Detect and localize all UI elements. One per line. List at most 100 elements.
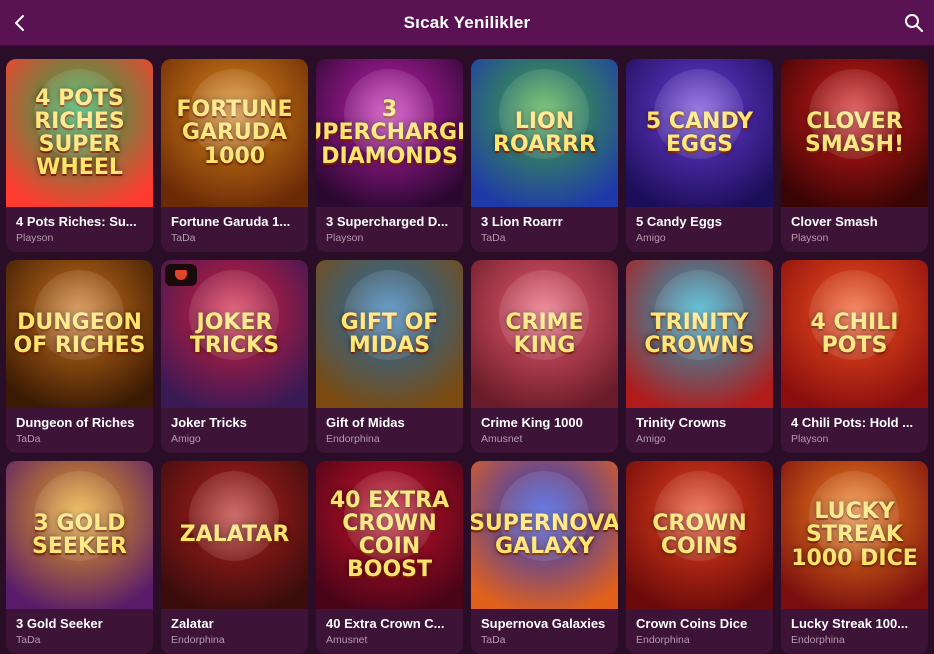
back-button[interactable] bbox=[0, 0, 40, 45]
thumbnail-glow bbox=[189, 270, 279, 360]
game-card[interactable]: Joker Tricks Joker Tricks Amigo bbox=[161, 260, 308, 453]
game-thumbnail[interactable]: Clover Smash! bbox=[781, 59, 928, 207]
game-card[interactable]: 3 Supercharged Diamonds3 Supercharged D.… bbox=[316, 59, 463, 252]
game-card[interactable]: 40 Extra Crown Coin Boost 40 Extra Crown … bbox=[316, 461, 463, 654]
game-card[interactable]: Lucky Streak 1000 Dice Lucky Streak 100..… bbox=[781, 461, 928, 654]
game-thumbnail[interactable]: 5 Candy Eggs bbox=[626, 59, 773, 207]
game-thumbnail[interactable]: Supernova Galaxy bbox=[471, 461, 618, 609]
game-info: Crime King 1000 Amusnet bbox=[471, 408, 618, 445]
game-provider: Endorphina bbox=[326, 433, 380, 445]
game-card[interactable]: 5 Candy Eggs 5 Candy Eggs Amigo bbox=[626, 59, 773, 252]
thumbnail-glow bbox=[189, 471, 279, 561]
game-thumbnail[interactable]: Fortune Garuda 1000 bbox=[161, 59, 308, 207]
game-thumbnail[interactable]: Crime King bbox=[471, 260, 618, 408]
game-thumbnail[interactable]: Trinity Crowns bbox=[626, 260, 773, 408]
game-info: 3 Gold Seeker TaDa bbox=[6, 609, 153, 646]
thumbnail-glow bbox=[499, 270, 589, 360]
thumbnail-glow bbox=[344, 471, 434, 561]
game-card[interactable]: 4 Chili Pots 4 Chili Pots: Hold ... Playso… bbox=[781, 260, 928, 453]
thumbnail-glow bbox=[34, 69, 124, 159]
game-card[interactable]: Clover Smash! Clover Smash Playson bbox=[781, 59, 928, 252]
game-name: 4 Chili Pots: Hold ... bbox=[791, 415, 914, 430]
thumbnail-glow bbox=[34, 270, 124, 360]
game-card[interactable]: Dungeon of Riches Dungeon of Riches TaDa bbox=[6, 260, 153, 453]
game-thumbnail[interactable]: Lucky Streak 1000 Dice bbox=[781, 461, 928, 609]
game-info: Supernova Galaxies TaDa bbox=[471, 609, 618, 646]
game-name: 5 Candy Eggs bbox=[636, 214, 722, 229]
game-name: Clover Smash bbox=[791, 214, 878, 229]
thumbnail-glow bbox=[809, 471, 899, 561]
game-grid: 4 Pots Riches Super Wheel4 Pots Riches: … bbox=[0, 47, 934, 654]
chevron-left-icon bbox=[15, 14, 24, 31]
game-thumbnail[interactable]: Joker Tricks bbox=[161, 260, 308, 408]
game-card[interactable]: Supernova Galaxy Supernova Galaxies TaDa bbox=[471, 461, 618, 654]
game-info: Crown Coins Dice Endorphina bbox=[626, 609, 773, 646]
game-thumbnail[interactable]: Dungeon of Riches bbox=[6, 260, 153, 408]
game-provider: TaDa bbox=[16, 634, 41, 646]
game-provider: Endorphina bbox=[791, 634, 845, 646]
game-provider: Amusnet bbox=[481, 433, 523, 445]
thumbnail-glow bbox=[654, 69, 744, 159]
game-info: Fortune Garuda 1... TaDa bbox=[161, 207, 308, 244]
thumbnail-glow bbox=[34, 471, 124, 561]
game-provider: TaDa bbox=[481, 634, 506, 646]
search-icon bbox=[905, 13, 923, 32]
game-thumbnail[interactable]: Crown Coins bbox=[626, 461, 773, 609]
thumbnail-glow bbox=[189, 69, 279, 159]
game-name: 40 Extra Crown C... bbox=[326, 616, 445, 631]
game-thumbnail[interactable]: Gift of Midas bbox=[316, 260, 463, 408]
game-name: Joker Tricks bbox=[171, 415, 247, 430]
game-name: Lucky Streak 100... bbox=[791, 616, 909, 631]
game-provider: Playson bbox=[326, 232, 364, 244]
game-card[interactable]: Trinity Crowns Trinity Crowns Amigo bbox=[626, 260, 773, 453]
game-name: 4 Pots Riches: Su... bbox=[16, 214, 137, 229]
game-card[interactable]: Gift of Midas Gift of Midas Endorphina bbox=[316, 260, 463, 453]
game-info: 3 Supercharged D... Playson bbox=[316, 207, 463, 244]
game-thumbnail[interactable]: 4 Pots Riches Super Wheel bbox=[6, 59, 153, 207]
game-card[interactable]: Lion Roarrr 3 Lion Roarrr TaDa bbox=[471, 59, 618, 252]
game-card[interactable]: Crime King Crime King 1000 Amusnet bbox=[471, 260, 618, 453]
game-info: Clover Smash Playson bbox=[781, 207, 928, 244]
game-name: 3 Supercharged D... bbox=[326, 214, 449, 229]
game-card[interactable]: 3 Gold Seeker 3 Gold Seeker TaDa bbox=[6, 461, 153, 654]
game-provider: Endorphina bbox=[636, 634, 690, 646]
page-title: Sıcak Yenilikler bbox=[403, 12, 531, 32]
game-thumbnail[interactable]: 3 Gold Seeker bbox=[6, 461, 153, 609]
game-name: Trinity Crowns bbox=[636, 415, 727, 430]
game-thumbnail[interactable]: 3 Supercharged Diamonds bbox=[316, 59, 463, 207]
game-provider: TaDa bbox=[171, 232, 196, 244]
game-info: Dungeon of Riches TaDa bbox=[6, 408, 153, 445]
provider-badge-icon bbox=[165, 264, 197, 286]
game-card[interactable]: Zalatar Zalatar Endorphina bbox=[161, 461, 308, 654]
game-provider: Playson bbox=[791, 232, 829, 244]
thumbnail-glow bbox=[499, 471, 589, 561]
game-card[interactable]: Crown Coins Crown Coins Dice Endorphina bbox=[626, 461, 773, 654]
game-name: 3 Gold Seeker bbox=[16, 616, 103, 631]
game-name: Dungeon of Riches bbox=[16, 415, 135, 430]
game-info: Joker Tricks Amigo bbox=[161, 408, 308, 445]
game-provider: TaDa bbox=[481, 232, 506, 244]
game-thumbnail[interactable]: Zalatar bbox=[161, 461, 308, 609]
game-info: Gift of Midas Endorphina bbox=[316, 408, 463, 445]
game-provider: Amigo bbox=[636, 232, 666, 244]
game-name: Fortune Garuda 1... bbox=[171, 214, 291, 229]
game-card[interactable]: 4 Pots Riches Super Wheel4 Pots Riches: … bbox=[6, 59, 153, 252]
game-info: 4 Pots Riches: Su... Playson bbox=[6, 207, 153, 244]
game-info: 4 Chili Pots: Hold ... Playson bbox=[781, 408, 928, 445]
thumbnail-glow bbox=[344, 270, 434, 360]
game-card[interactable]: Fortune Garuda 1000 Fortune Garuda 1... Ta… bbox=[161, 59, 308, 252]
thumbnail-glow bbox=[809, 270, 899, 360]
game-name: Supernova Galaxies bbox=[481, 616, 606, 631]
game-name: 3 Lion Roarrr bbox=[481, 214, 563, 229]
thumbnail-glow bbox=[499, 69, 589, 159]
game-name: Gift of Midas bbox=[326, 415, 405, 430]
search-button[interactable] bbox=[894, 0, 934, 45]
game-thumbnail[interactable]: 40 Extra Crown Coin Boost bbox=[316, 461, 463, 609]
game-name: Zalatar bbox=[171, 616, 214, 631]
game-name: Crown Coins Dice bbox=[636, 616, 748, 631]
game-info: Trinity Crowns Amigo bbox=[626, 408, 773, 445]
top-bar: Sıcak Yenilikler bbox=[0, 0, 934, 47]
game-thumbnail[interactable]: 4 Chili Pots bbox=[781, 260, 928, 408]
game-thumbnail[interactable]: Lion Roarrr bbox=[471, 59, 618, 207]
game-name: Crime King 1000 bbox=[481, 415, 583, 430]
